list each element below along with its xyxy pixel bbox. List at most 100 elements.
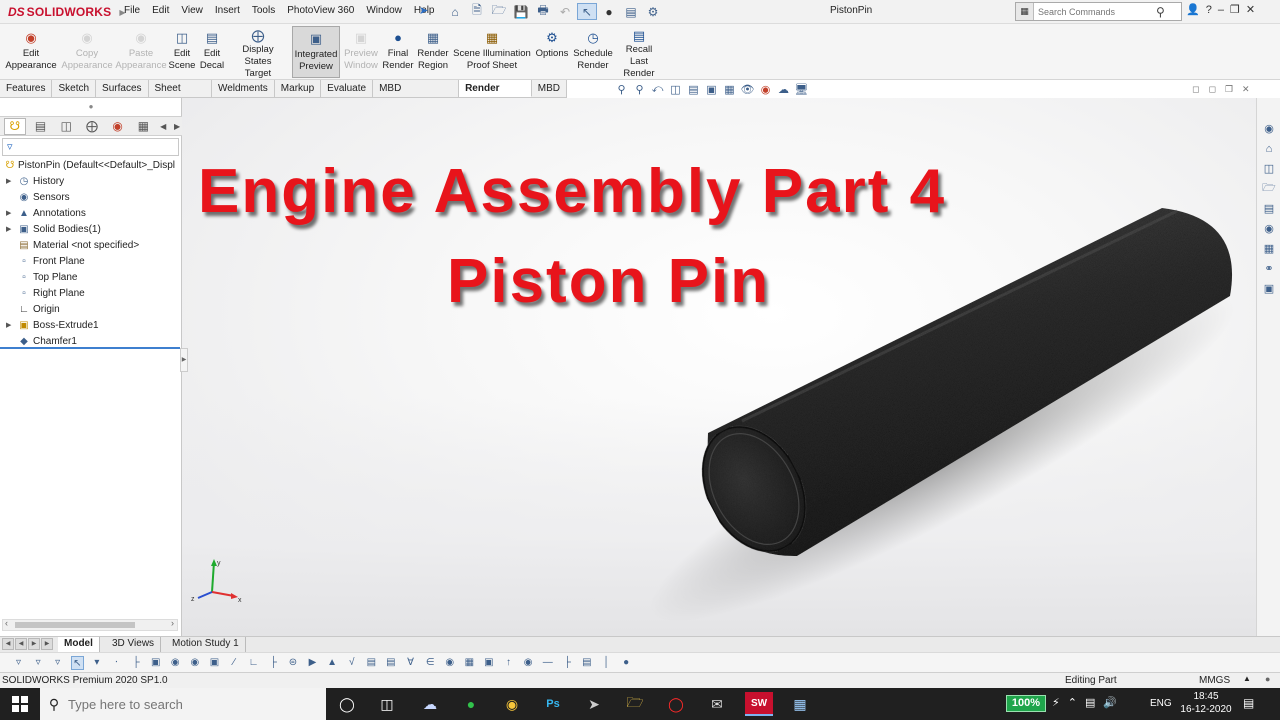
hide-show-icon[interactable]: 👁 <box>740 83 755 96</box>
viewport-tile-icon[interactable]: ◻ <box>1208 84 1215 95</box>
next-tab-icon[interactable]: ▶ <box>28 638 40 650</box>
toolbar-tool-icon[interactable]: ↖ <box>70 656 84 670</box>
toolbar-tool-icon[interactable]: ∕ <box>228 656 241 670</box>
toolbar-tool-icon[interactable]: ◉ <box>169 656 182 670</box>
rollback-bar[interactable] <box>0 347 180 349</box>
solidworks-taskbar-icon[interactable]: SW <box>745 692 773 716</box>
previous-view-icon[interactable]: ⤺ <box>650 83 665 96</box>
scroll-right-icon[interactable]: › <box>171 618 174 628</box>
scroll-left-icon[interactable]: ‹ <box>5 618 8 628</box>
menu-insert[interactable]: Insert <box>209 5 246 16</box>
toolbar-tool-icon[interactable]: ├ <box>267 656 280 670</box>
viewport-close-icon[interactable]: ✕ <box>1242 84 1250 95</box>
toolbar-tool-icon[interactable]: ├ <box>130 656 143 670</box>
prev-tab-icon[interactable]: ◀ <box>15 638 27 650</box>
custom-properties-icon[interactable]: ▦ <box>1260 240 1278 257</box>
menu-tools[interactable]: Tools <box>246 5 281 16</box>
display-states-target-button[interactable]: ⨁ Display States Target <box>228 26 288 79</box>
toolbar-tool-icon[interactable]: ⋅ <box>110 656 123 670</box>
toolbar-tool-icon[interactable]: ├ <box>561 656 574 670</box>
home-icon[interactable]: ⌂ <box>1260 140 1278 157</box>
viewport-restore-icon[interactable]: ❐ <box>1225 84 1233 95</box>
view-orientation-icon[interactable]: ▣ <box>704 83 719 96</box>
opera-icon[interactable]: ◯ <box>662 692 690 716</box>
first-tab-icon[interactable]: ◀ <box>2 638 14 650</box>
tree-item-origin[interactable]: ∟ Origin <box>0 302 182 318</box>
property-manager-tab-icon[interactable]: ▤ <box>30 118 52 135</box>
tab-3d-views[interactable]: 3D Views <box>106 637 162 652</box>
notes-app-icon[interactable]: ▦ <box>786 692 814 716</box>
toolbar-tool-icon[interactable]: ▾ <box>90 656 103 670</box>
expand-arrow-icon[interactable]: ▶ <box>6 222 11 238</box>
new-document-icon[interactable]: 🗎 <box>467 3 487 20</box>
schedule-render-button[interactable]: ◷ Schedule Render <box>573 26 613 78</box>
chrome-icon[interactable]: ◉ <box>498 692 526 716</box>
tab-weldments[interactable]: Weldments <box>212 80 275 97</box>
display-style-icon[interactable]: ▦ <box>722 83 737 96</box>
tree-item-boss-extrude1[interactable]: ▶ ▣ Boss-Extrude1 <box>0 318 182 334</box>
view-settings-icon[interactable]: 🖥 <box>794 83 809 96</box>
feature-tree-filter[interactable]: ▿ <box>2 138 179 156</box>
solidworks-logo[interactable]: DS SOLIDWORKS ▶ <box>8 4 126 20</box>
mail-icon[interactable]: ✉ <box>703 692 731 716</box>
panel-grip[interactable]: ● <box>0 98 182 116</box>
print-icon[interactable]: 🖶 <box>533 3 553 20</box>
scroll-thumb[interactable] <box>15 622 135 628</box>
toolbar-tool-icon[interactable]: ▶ <box>306 656 319 670</box>
zoom-to-fit-icon[interactable]: ⚲ <box>614 83 629 96</box>
menu-photoview-360[interactable]: PhotoView 360 <box>281 5 360 16</box>
tab-mbd-dimensions[interactable]: MBD Dimensions <box>373 80 460 111</box>
network-icon[interactable]: ▤ <box>1085 696 1095 709</box>
chevron-up-icon[interactable]: ⌃ <box>1068 696 1077 709</box>
tree-item-history[interactable]: ▶ ◷ History <box>0 174 182 190</box>
tree-root-part[interactable]: ☋ PistonPin (Default<<Default>_Displ <box>0 158 182 174</box>
media-app-icon[interactable]: ➤ <box>580 692 608 716</box>
search-icon[interactable]: ⚲ <box>1156 5 1165 19</box>
toolbar-tool-icon[interactable]: — <box>541 656 554 670</box>
tab-sheet-metal[interactable]: Sheet Metal <box>149 80 212 111</box>
tab-features[interactable]: Features <box>0 80 53 97</box>
toolbar-tool-icon[interactable]: ● <box>620 656 633 670</box>
feature-manager-tab-icon[interactable]: ☋ <box>4 117 26 135</box>
search-commands-box[interactable]: ▦ ⚲ <box>1015 2 1182 21</box>
toolbar-tool-icon[interactable]: ▿ <box>12 656 25 670</box>
toolbar-tool-icon[interactable]: ◉ <box>443 656 456 670</box>
power-plug-icon[interactable]: ⚡ <box>1052 696 1060 709</box>
help-icon[interactable]: ? <box>1206 4 1212 16</box>
file-explorer-icon[interactable]: 🗁 <box>1260 180 1278 197</box>
tab-render-tools[interactable]: Render Tools <box>459 80 532 111</box>
onedrive-icon[interactable]: ☁ <box>416 692 444 716</box>
display-manager-tab-icon[interactable]: ◉ <box>107 118 129 135</box>
tree-item-annotations[interactable]: ▶ ▲ Annotations <box>0 206 182 222</box>
viewport-minimize-icon[interactable]: ◻ <box>1192 84 1199 95</box>
chevron-left-icon[interactable]: ◀ <box>158 118 168 135</box>
apply-scene-icon[interactable]: ☁ <box>776 83 791 96</box>
tree-item-sensors[interactable]: ◉ Sensors <box>0 190 182 206</box>
toolbar-tool-icon[interactable]: ▦ <box>463 656 476 670</box>
rebuild-icon[interactable]: ● <box>599 3 619 20</box>
file-explorer-icon[interactable]: 🗁 <box>621 692 649 716</box>
restore-icon[interactable]: ❐ <box>1230 3 1240 16</box>
pin-menu-icon[interactable]: ➤ <box>419 4 428 17</box>
taskbar-search[interactable]: ⚲ <box>40 688 326 720</box>
windows-start-button[interactable] <box>0 688 40 720</box>
chevron-right-icon[interactable]: ▶ <box>172 118 182 135</box>
toolbar-tool-icon[interactable]: ▤ <box>365 656 378 670</box>
design-library-icon[interactable]: ◫ <box>1260 160 1278 177</box>
toolbar-tool-icon[interactable]: ◉ <box>522 656 535 670</box>
close-icon[interactable]: ✕ <box>1246 3 1255 16</box>
units-selector[interactable]: MMGS <box>1199 675 1230 686</box>
panel-collapse-handle[interactable]: ▶ <box>180 348 188 372</box>
zoom-area-icon[interactable]: ⚲ <box>632 83 647 96</box>
tab-sketch[interactable]: Sketch <box>52 80 97 97</box>
integrated-preview-button[interactable]: ▣ Integrated Preview <box>292 26 340 78</box>
view-palette-icon[interactable]: ▤ <box>1260 200 1278 217</box>
cam-tab-icon[interactable]: ▦ <box>133 118 155 135</box>
toolbar-tool-icon[interactable]: ∟ <box>247 656 260 670</box>
save-icon[interactable]: 💾 <box>511 3 531 20</box>
tab-model[interactable]: Model <box>58 637 100 652</box>
minimize-icon[interactable]: – <box>1218 4 1224 16</box>
menu-file[interactable]: File <box>118 5 146 16</box>
toolbar-tool-icon[interactable]: ↑ <box>502 656 515 670</box>
toolbar-tool-icon[interactable]: ◉ <box>188 656 201 670</box>
